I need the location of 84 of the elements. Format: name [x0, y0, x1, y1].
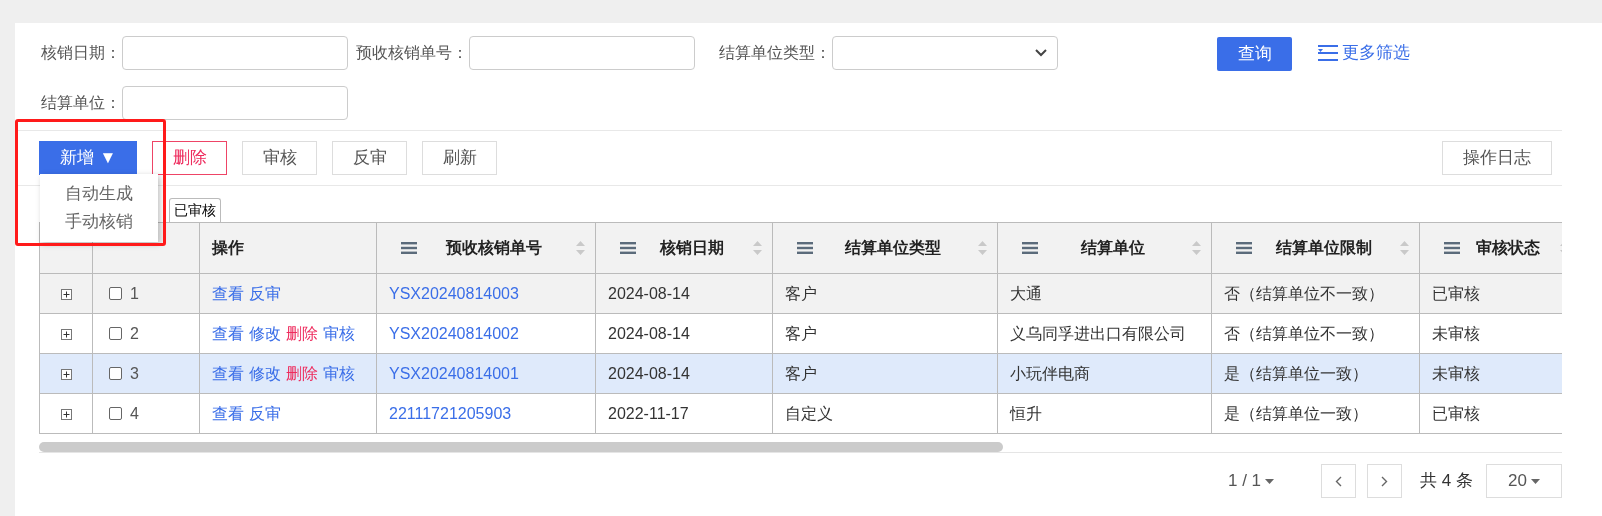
- input-field[interactable]: [122, 86, 348, 120]
- expand-icon[interactable]: [60, 408, 72, 420]
- table-cell: 大通: [1010, 284, 1042, 302]
- menu-item[interactable]: 自动生成: [65, 180, 133, 208]
- expand-icon[interactable]: [60, 288, 72, 300]
- table-cell: 是（结算单位一致）: [1224, 364, 1368, 382]
- chevron-left-icon: [1335, 475, 1343, 487]
- toolbar-button[interactable]: 删除: [152, 141, 227, 175]
- input-field[interactable]: [469, 35, 695, 70]
- expand-icon[interactable]: [60, 368, 72, 380]
- input-field[interactable]: [122, 35, 348, 70]
- checkbox[interactable]: [109, 407, 122, 420]
- toolbar-button[interactable]: 反审: [332, 141, 407, 175]
- action-link[interactable]: 查看: [212, 401, 244, 426]
- action-link[interactable]: 查看: [212, 321, 244, 346]
- table-cell: 自定义: [785, 404, 833, 422]
- total-count: 共 4 条: [1420, 470, 1473, 493]
- table-cell: 否（结算单位不一致）: [1224, 284, 1384, 302]
- column-menu-icon[interactable]: [1444, 242, 1460, 254]
- table-cell: 是（结算单位一致）: [1224, 404, 1368, 422]
- column-menu-icon[interactable]: [1022, 242, 1038, 254]
- column-header[interactable]: 操作: [199, 222, 377, 274]
- row-number: 4: [130, 403, 139, 424]
- column-menu-icon[interactable]: [401, 242, 417, 254]
- action-link[interactable]: 查看: [212, 361, 244, 386]
- row-number: 1: [130, 283, 139, 304]
- table-row[interactable]: 3 查看 修改 删除 审核 YSX20240814001 2024-08-14 客户 小玩伴电商 是（结算单位一致） 未审核: [39, 353, 1562, 394]
- table-cell: 2022-11-17: [608, 404, 689, 422]
- select-field[interactable]: [832, 35, 1058, 70]
- scrollbar-thumb[interactable]: [39, 442, 1003, 452]
- action-link[interactable]: 修改: [249, 361, 281, 386]
- filter-label: 预收核销单号：: [355, 42, 469, 63]
- column-menu-icon[interactable]: [797, 242, 813, 254]
- table-row[interactable]: 2 查看 修改 删除 审核 YSX20240814002 2024-08-14 客户 义乌同孚进出口有限公司 否（结算单位不一致） 未审核: [39, 313, 1562, 354]
- page-selector[interactable]: 1 / 1: [1228, 468, 1275, 494]
- chevron-down-icon: [1035, 48, 1047, 57]
- filter-label: 结算单位：: [40, 93, 122, 113]
- more-filters-button[interactable]: 更多筛选: [1318, 39, 1410, 66]
- page-size-selector[interactable]: 20: [1486, 464, 1562, 498]
- toolbar-button[interactable]: 新增 ▼: [39, 141, 137, 175]
- toolbar-button[interactable]: 刷新: [422, 141, 497, 175]
- filter-label: 核销日期：: [40, 42, 122, 63]
- filter-label: 结算单位类型：: [718, 42, 832, 63]
- table-cell: 义乌同孚进出口有限公司: [1010, 324, 1186, 342]
- search-button[interactable]: 查询: [1217, 37, 1292, 71]
- caret-down-icon: [1265, 478, 1275, 484]
- column-menu-icon[interactable]: [1236, 242, 1252, 254]
- toolbar-button[interactable]: 审核: [242, 141, 317, 175]
- action-link[interactable]: 审核: [323, 361, 355, 386]
- action-link[interactable]: 查看: [212, 281, 244, 306]
- column-menu-icon[interactable]: [620, 242, 636, 254]
- checkbox[interactable]: [109, 287, 122, 300]
- table-row[interactable]: 1 查看 反审 YSX20240814003 2024-08-14 客户 大通 否（结算单位不一致） 已审核: [39, 273, 1562, 314]
- action-link[interactable]: 反审: [249, 401, 281, 426]
- table-row[interactable]: 4 查看 反审 22111721205903 2022-11-17 自定义 恒升 是（结算单位一致） 已审核: [39, 393, 1562, 434]
- table-cell: 已审核: [1432, 284, 1480, 302]
- action-link[interactable]: 审核: [323, 321, 355, 346]
- action-link[interactable]: 反审: [249, 281, 281, 306]
- row-number: 3: [130, 363, 139, 384]
- table-cell: 恒升: [1010, 404, 1042, 422]
- menu-item[interactable]: 手动核销: [65, 208, 133, 236]
- table-cell: 小玩伴电商: [1010, 364, 1090, 382]
- row-number: 2: [130, 323, 139, 344]
- table-cell: 未审核: [1432, 364, 1480, 382]
- checkbox[interactable]: [109, 327, 122, 340]
- caret-down-icon: [1530, 478, 1540, 484]
- status-tab[interactable]: 已审核: [169, 198, 221, 222]
- table-cell: 否（结算单位不一致）: [1224, 324, 1384, 342]
- table-cell: 客户: [785, 364, 817, 382]
- checkbox[interactable]: [109, 367, 122, 380]
- table-cell: 2024-08-14: [608, 284, 690, 302]
- chevron-right-icon: [1381, 475, 1389, 487]
- filter-list-icon: [1318, 43, 1338, 62]
- table-cell: 未审核: [1432, 324, 1480, 342]
- table-cell: 2024-08-14: [608, 324, 690, 342]
- table-cell: 已审核: [1432, 404, 1480, 422]
- table-cell: 客户: [785, 284, 817, 302]
- table-cell: 2024-08-14: [608, 364, 690, 382]
- operation-log-button[interactable]: 操作日志: [1442, 141, 1552, 175]
- action-link[interactable]: 删除: [286, 321, 318, 346]
- table-cell: 客户: [785, 324, 817, 342]
- expand-icon[interactable]: [60, 328, 72, 340]
- action-link[interactable]: 修改: [249, 321, 281, 346]
- action-link[interactable]: 删除: [286, 361, 318, 386]
